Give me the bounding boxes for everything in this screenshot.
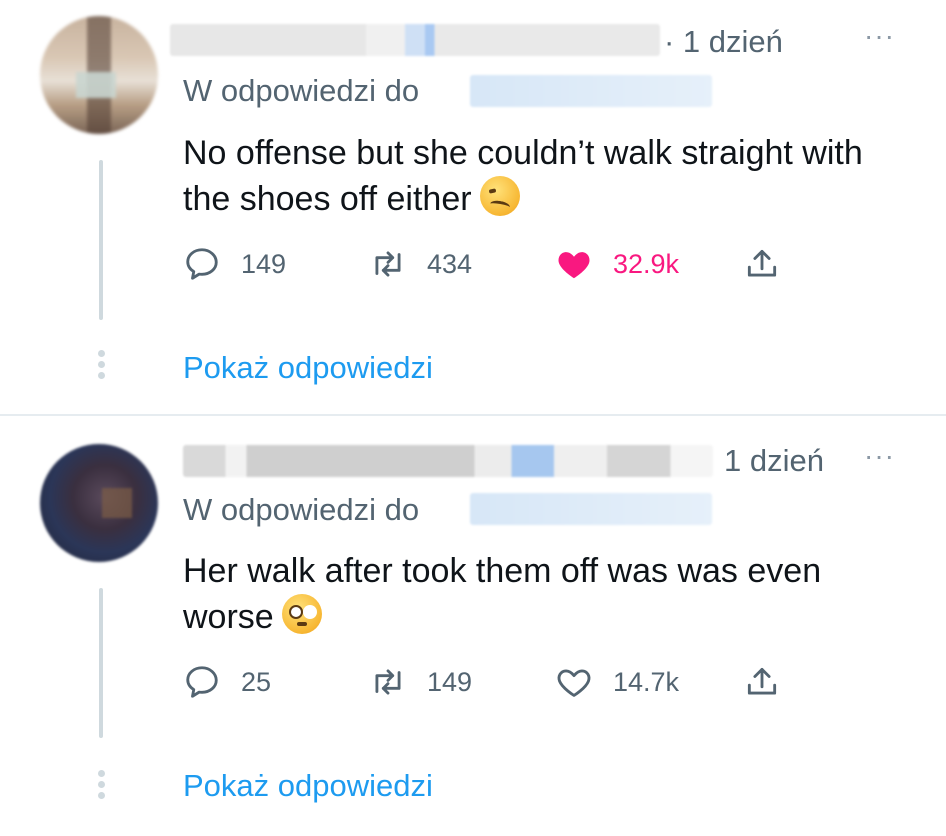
thread-line — [99, 588, 103, 738]
retweet-button[interactable]: 149 — [369, 662, 472, 702]
tweet-body: No offense but she couldn’t walk straigh… — [183, 134, 863, 218]
like-button[interactable]: 32.9k — [555, 244, 679, 284]
reply-button[interactable]: 149 — [183, 244, 286, 284]
reply-to-label: W odpowiedzi do — [183, 492, 420, 527]
like-button[interactable]: 14.7k — [555, 662, 679, 702]
retweet-count: 149 — [427, 666, 473, 697]
tweet-text: No offense but she couldn’t walk straigh… — [183, 130, 903, 222]
thread-more-dots-icon — [96, 770, 106, 803]
author-name-blurred[interactable] — [183, 445, 713, 477]
share-icon — [747, 667, 777, 695]
woozy-face-emoji-icon — [479, 176, 520, 216]
show-replies-link[interactable]: Pokaż odpowiedzi — [183, 768, 433, 804]
comment-icon — [186, 248, 218, 280]
reply-button[interactable]: 25 — [183, 662, 271, 702]
retweet-button[interactable]: 434 — [369, 244, 472, 284]
avatar[interactable] — [40, 444, 158, 562]
reply-tweet-1[interactable]: · 1 dzień ··· W odpowiedzi do No offense… — [0, 0, 946, 416]
reply-to-label: W odpowiedzi do — [183, 73, 420, 108]
heart-filled-icon — [558, 252, 590, 279]
like-count: 14.7k — [613, 666, 680, 697]
show-replies-link[interactable]: Pokaż odpowiedzi — [183, 350, 433, 386]
reply-count: 25 — [241, 666, 272, 697]
tweet-body: Her walk after took them off was was eve… — [183, 552, 822, 636]
heart-outline-icon — [557, 669, 591, 697]
flushed-face-emoji-icon — [281, 594, 322, 634]
timestamp[interactable]: · 1 dzień — [664, 24, 783, 60]
more-options-icon[interactable]: ··· — [864, 20, 895, 52]
retweet-count: 434 — [427, 248, 473, 279]
reply-count: 149 — [241, 248, 287, 279]
tweet-text: Her walk after took them off was was eve… — [183, 548, 903, 640]
retweet-icon — [375, 251, 401, 277]
share-button[interactable] — [743, 244, 801, 284]
thread-line — [99, 160, 103, 320]
more-options-icon[interactable]: ··· — [864, 440, 895, 472]
retweet-icon — [375, 669, 401, 695]
divider — [0, 414, 946, 416]
reply-to-handle-blurred[interactable] — [470, 493, 712, 525]
timestamp[interactable]: 1 dzień — [724, 443, 824, 479]
like-count: 32.9k — [613, 248, 680, 279]
tweet-actions: 25 149 14.7k — [183, 662, 803, 702]
share-button[interactable] — [743, 662, 801, 702]
share-icon — [747, 249, 777, 277]
tweet-actions: 149 434 32.9k — [183, 244, 803, 284]
avatar[interactable] — [40, 16, 158, 134]
reply-to-handle-blurred[interactable] — [470, 75, 712, 107]
comment-icon — [186, 666, 218, 698]
thread-more-dots-icon — [96, 350, 106, 383]
author-name-blurred[interactable] — [170, 24, 660, 56]
